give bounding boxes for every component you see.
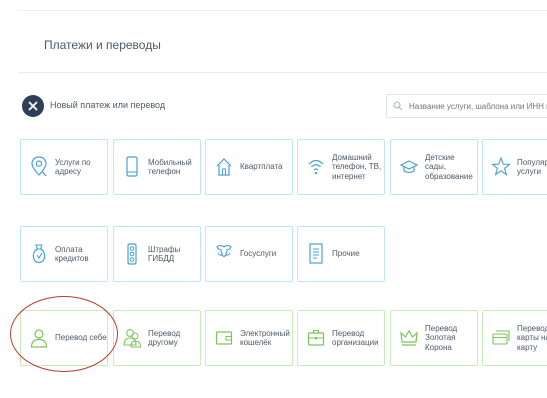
tile-label: Популярные услуги <box>517 157 547 177</box>
crown-icon <box>399 326 419 350</box>
tile-label: Перевод себе <box>55 333 107 343</box>
tile-label: Оплата кредитов <box>55 244 89 264</box>
search-icon <box>393 101 403 111</box>
tile-transfer-other[interactable]: Перевод другому <box>113 310 201 366</box>
money-bag-icon <box>29 242 49 266</box>
new-payment-button[interactable] <box>22 95 44 117</box>
tile-label: Перевод другому <box>148 328 181 348</box>
person-icon <box>29 326 49 350</box>
tile-traffic-fines[interactable]: Штрафы ГИБДД <box>113 226 201 282</box>
tile-label: Электронный кошелёк <box>240 328 290 348</box>
wifi-icon <box>306 155 326 179</box>
house-icon <box>214 155 234 179</box>
tile-other[interactable]: Прочие <box>297 226 385 282</box>
tile-mobile-phone[interactable]: Мобильный телефон <box>113 139 201 195</box>
tile-label: Перевод организации <box>332 328 379 348</box>
top-divider <box>18 10 547 11</box>
search-input[interactable] <box>407 100 547 112</box>
tile-label: Штрафы ГИБДД <box>148 244 181 264</box>
tile-home-phone-tv-internet[interactable]: Домашний телефон, ТВ, интернет <box>297 139 385 195</box>
wallet-icon <box>214 326 234 350</box>
location-search-icon <box>29 155 49 179</box>
new-payment-label[interactable]: Новый платеж или перевод <box>50 100 165 110</box>
tile-label: Перевод с карты на карту <box>517 323 547 352</box>
tile-label: Домашний телефон, ТВ, интернет <box>332 152 382 181</box>
people-icon <box>122 326 142 350</box>
document-icon <box>306 242 326 266</box>
tile-services-by-address[interactable]: Услуги по адресу <box>20 139 108 195</box>
tile-loan-payment[interactable]: Оплата кредитов <box>20 226 108 282</box>
tile-rent[interactable]: Квартплата <box>205 139 293 195</box>
search-box[interactable] <box>386 94 547 118</box>
tile-label: Перевод Золотая Корона <box>425 323 458 352</box>
tile-zolotaya-korona[interactable]: Перевод Золотая Корона <box>390 310 478 366</box>
card-icon <box>491 326 511 350</box>
title-divider <box>18 72 547 73</box>
graduation-cap-icon <box>399 155 419 179</box>
close-icon <box>28 101 38 111</box>
tile-kindergarten-education[interactable]: Детские сады, образование <box>390 139 478 195</box>
tile-label: Детские сады, образование <box>425 152 473 181</box>
mobile-phone-icon <box>122 155 142 179</box>
tile-label: Прочие <box>332 249 360 259</box>
tile-label: Услуги по адресу <box>55 157 91 177</box>
tile-gov-services[interactable]: Госуслуги <box>205 226 293 282</box>
tile-label: Мобильный телефон <box>148 157 192 177</box>
page-title: Платежи и переводы <box>44 38 161 52</box>
tile-card-to-card[interactable]: Перевод с карты на карту <box>482 310 547 366</box>
star-icon <box>491 155 511 179</box>
emblem-icon <box>214 242 234 266</box>
tile-label: Квартплата <box>240 162 283 172</box>
tile-transfer-self[interactable]: Перевод себе <box>20 310 108 366</box>
tile-e-wallet[interactable]: Электронный кошелёк <box>205 310 293 366</box>
traffic-light-icon <box>122 242 142 266</box>
briefcase-icon <box>306 326 326 350</box>
tile-popular-services[interactable]: Популярные услуги <box>482 139 547 195</box>
tile-label: Госуслуги <box>240 249 277 259</box>
tile-transfer-organization[interactable]: Перевод организации <box>297 310 385 366</box>
